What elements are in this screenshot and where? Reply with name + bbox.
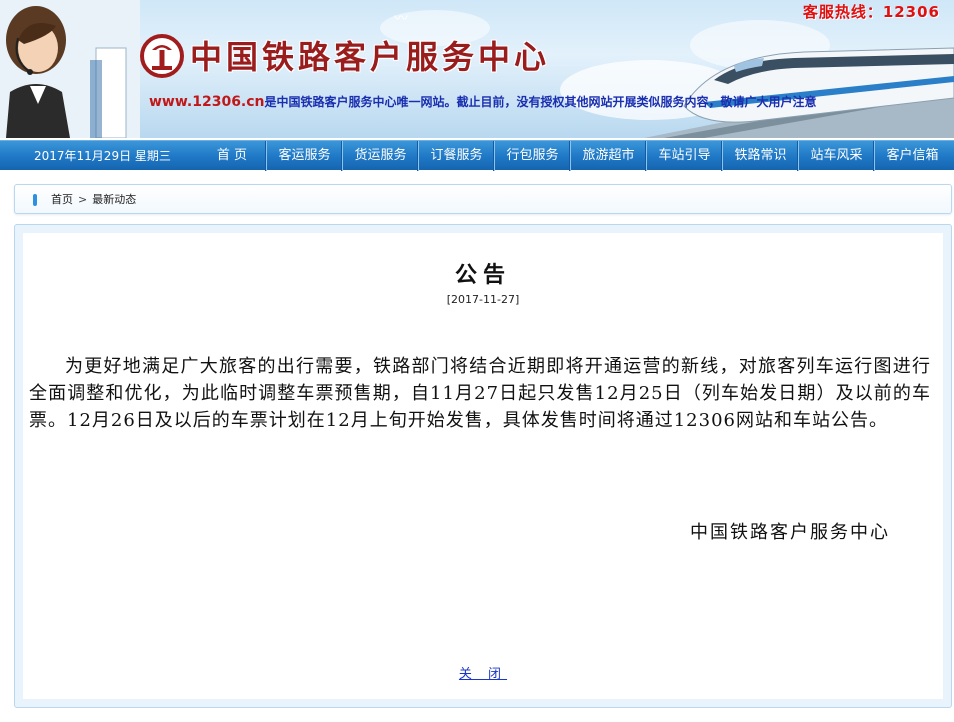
announcement-panel: 公告 [2017-11-27] 为更好地满足广大旅客的出行需要，铁路部门将结合近… [14,224,952,708]
nav-item-freight[interactable]: 货运服务 [342,141,418,171]
nav-item-mailbox[interactable]: 客户信箱 [874,141,950,171]
announcement-date: [2017-11-27] [446,293,520,306]
breadcrumb-separator: > [78,193,88,206]
breadcrumb-marker-icon [33,194,37,206]
site-logo[interactable]: 中国铁路客户服务中心 [140,30,660,82]
close-button[interactable]: 关 闭 [459,667,507,682]
hotline: 客服热线：12306 [802,3,940,21]
site-notice-text: 是中国铁路客户服务中心唯一网站。截止目前，没有授权其他网站开展类似服务内容，敬请… [264,95,817,109]
breadcrumb-home-link[interactable]: 首页 [51,193,73,206]
railway-logo-icon [140,34,184,78]
nav-item-catering[interactable]: 订餐服务 [418,141,494,171]
breadcrumb: 首页 > 最新动态 [14,184,952,214]
customer-service-illustration [0,0,140,138]
nav-item-luggage[interactable]: 行包服务 [494,141,570,171]
breadcrumb-path: 首页 > 最新动态 [51,185,136,215]
nav-item-station-guide[interactable]: 车站引导 [646,141,722,171]
nav-item-railway-knowledge[interactable]: 铁路常识 [722,141,798,171]
bird-icon: 〰 [394,11,408,27]
train-illustration [644,47,954,138]
announcement-content: 公告 [2017-11-27] 为更好地满足广大旅客的出行需要，铁路部门将结合近… [23,233,943,699]
nav-item-home[interactable]: 首 页 [198,141,266,171]
announcement-signature: 中国铁路客户服务中心 [690,522,890,543]
site-notice: www.12306.cn是中国铁路客户服务中心唯一网站。截止目前，没有授权其他网… [149,93,817,110]
main-navbar: 2017年11月29日 星期三 首 页 客运服务 货运服务 订餐服务 行包服务 … [0,140,954,171]
site-title: 中国铁路客户服务中心 [190,38,551,76]
close-link-container: 关 闭 [23,663,943,682]
current-date: 2017年11月29日 星期三 [34,149,171,163]
site-url: www.12306.cn [149,94,265,110]
nav-item-station-style[interactable]: 站车风采 [798,141,874,171]
header-banner: 〰 客服热线：12306 中国铁路客户服务中心 www.12306.cn是中国铁… [0,0,954,138]
nav-menu: 首 页 客运服务 货运服务 订餐服务 行包服务 旅游超市 车站引导 铁路常识 站… [198,141,950,171]
nav-item-travel[interactable]: 旅游超市 [570,141,646,171]
breadcrumb-current[interactable]: 最新动态 [92,193,136,206]
announcement-title: 公告 [454,263,511,288]
announcement-body: 为更好地满足广大旅客的出行需要，铁路部门将结合近期即将开通运营的新线，对旅客列车… [29,356,931,431]
nav-item-passenger[interactable]: 客运服务 [266,141,342,171]
